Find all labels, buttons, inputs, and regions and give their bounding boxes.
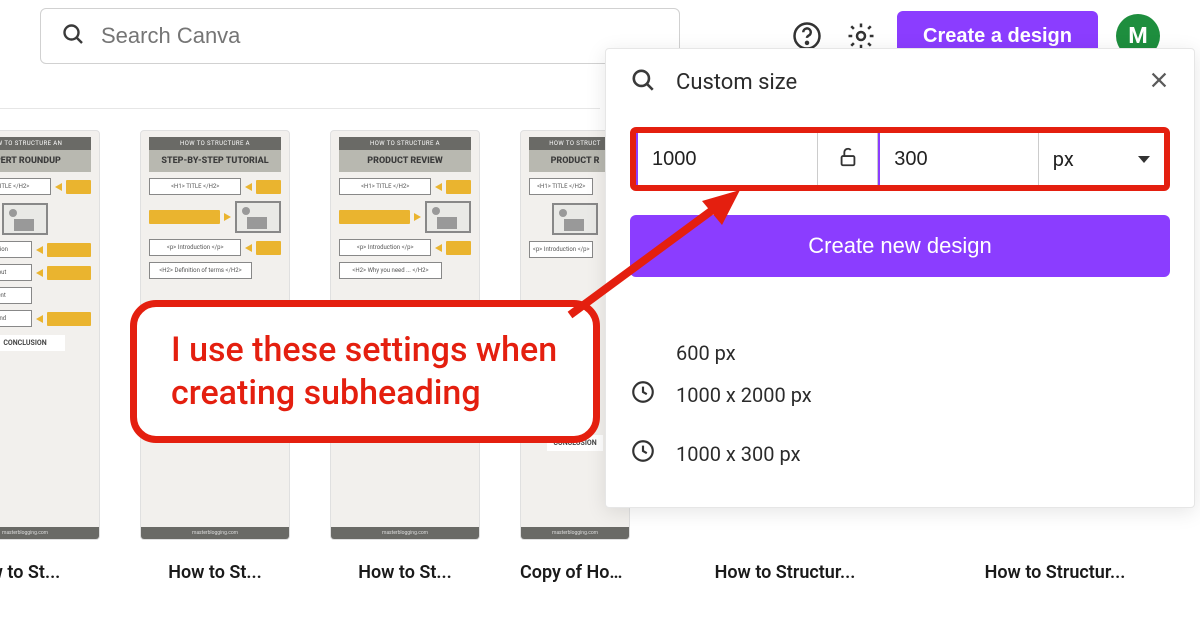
- image-icon: [2, 203, 48, 235]
- thumb-footer: masterblogging.com: [521, 527, 629, 539]
- thumb-sec: ert input: [0, 264, 32, 281]
- design-label: Copy of How...: [520, 562, 630, 583]
- image-icon: [235, 201, 281, 233]
- thumb-title: STEP-BY-STEP TUTORIAL: [149, 150, 281, 172]
- create-new-design-button[interactable]: Create new design: [630, 215, 1170, 277]
- close-icon[interactable]: [1148, 69, 1170, 95]
- thumb-tag: <H1> TITLE </H2>: [529, 178, 593, 195]
- custom-size-popover: Custom size px Create new design: [605, 48, 1195, 508]
- search-input[interactable]: [101, 23, 659, 49]
- design-label: How to St...: [358, 562, 452, 583]
- thumb-footer: masterblogging.com: [141, 527, 289, 539]
- thumb-tag: <H1> TITLE </H2>: [0, 178, 51, 195]
- image-icon: [552, 203, 598, 235]
- unit-select[interactable]: px: [1039, 133, 1164, 185]
- thumb-tag: <H1> TITLE </H2>: [339, 178, 431, 195]
- annotation-text: I use these settings when creating subhe…: [130, 300, 600, 443]
- thumb-topbar: HOW TO STRUCTURE A: [339, 137, 471, 150]
- thumb-title: PRODUCT REVIEW: [339, 150, 471, 172]
- thumb-conclusion: CONCLUSION: [0, 335, 65, 351]
- recent-size-item[interactable]: 1000 x 2000 px: [630, 365, 1170, 424]
- thumb-sec: kground: [0, 310, 32, 327]
- thumb-sec: roduction: [0, 241, 32, 258]
- unlock-icon: [837, 146, 859, 172]
- thumb-sec: <p> Introduction </p>: [149, 239, 241, 256]
- thumb-tag: <H1> TITLE </H2>: [149, 178, 241, 195]
- popover-body: px Create new design 600 px 1000 x 2000 …: [606, 115, 1194, 507]
- design-label: How to Structur...: [715, 562, 856, 583]
- clock-icon: [630, 438, 656, 469]
- recent-size-label: 1000 x 300 px: [676, 442, 801, 466]
- clock-icon: [630, 379, 656, 410]
- recent-size-label: 1000 x 2000 px: [676, 383, 812, 407]
- chevron-down-icon: [1138, 156, 1150, 163]
- thumb-sec: <p> Introduction </p>: [529, 241, 593, 258]
- popover-header: Custom size: [606, 49, 1194, 115]
- search-bar[interactable]: [40, 8, 680, 64]
- design-label: w to St...: [0, 562, 60, 583]
- unit-value: px: [1053, 147, 1074, 171]
- design-label: How to St...: [168, 562, 262, 583]
- popover-title: Custom size: [676, 70, 1128, 95]
- divider: [0, 108, 600, 109]
- thumb-topbar: HOW TO STRUCTURE A: [149, 137, 281, 150]
- annotation-callout: I use these settings when creating subhe…: [130, 300, 600, 443]
- search-icon: [630, 67, 656, 97]
- design-card[interactable]: HOW TO STRUCTURE AN XPERT ROUNDUP <H1> T…: [0, 130, 100, 583]
- height-input[interactable]: [894, 148, 1024, 171]
- design-label: How to Structur...: [985, 562, 1126, 583]
- thumb-footer: masterblogging.com: [331, 527, 479, 539]
- recent-size-item[interactable]: 1000 x 300 px: [630, 424, 1170, 483]
- custom-size-inputs: px: [630, 127, 1170, 191]
- thumb-title: XPERT ROUNDUP: [0, 150, 91, 172]
- thumb-footer: masterblogging.com: [0, 527, 99, 539]
- image-icon: [425, 201, 471, 233]
- thumb-sec: <H2> Definition of terms </H2>: [149, 262, 252, 279]
- aspect-lock-toggle[interactable]: [818, 133, 878, 185]
- search-icon: [61, 22, 85, 50]
- design-thumbnail: HOW TO STRUCTURE AN XPERT ROUNDUP <H1> T…: [0, 130, 100, 540]
- recent-sizes: 600 px 1000 x 2000 px 1000 x 300 px: [630, 341, 1170, 483]
- thumb-sec: <H2> Why you need ... </H2>: [339, 262, 442, 279]
- recent-size-partial[interactable]: 600 px: [630, 341, 1170, 365]
- width-input[interactable]: [652, 148, 803, 171]
- thumb-topbar: HOW TO STRUCTURE AN: [0, 137, 91, 150]
- thumb-sec: <p> Introduction </p>: [339, 239, 431, 256]
- thumb-sec: Content: [0, 287, 32, 304]
